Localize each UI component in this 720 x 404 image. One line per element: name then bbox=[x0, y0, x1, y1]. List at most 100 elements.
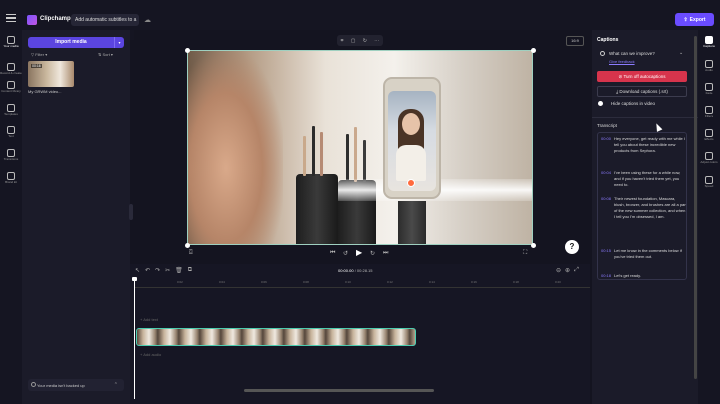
sort-button[interactable]: ⇅ Sort ▾ bbox=[98, 52, 113, 57]
more-icon[interactable]: ⋯ bbox=[374, 38, 379, 44]
captions-scrollbar[interactable] bbox=[694, 36, 697, 379]
zoom-controls: ⊖ ⊕ ⤢ bbox=[556, 267, 579, 274]
import-media-button[interactable]: Import media ▾ bbox=[28, 37, 124, 48]
resize-handle[interactable] bbox=[531, 243, 536, 248]
audio-icon bbox=[705, 60, 713, 68]
library-icon bbox=[7, 81, 15, 89]
screenshot-icon[interactable]: ⌼ bbox=[189, 250, 193, 257]
turn-off-autocaptions-button[interactable]: ⊘ Turn off autocaptions bbox=[597, 71, 687, 82]
transcript-time: 00:15 bbox=[601, 248, 612, 253]
zoom-in-icon[interactable]: ⊕ bbox=[565, 267, 570, 274]
resize-handle[interactable] bbox=[185, 243, 190, 248]
fit-timeline-icon[interactable]: ⤢ bbox=[574, 267, 579, 274]
improve-dropdown[interactable]: What can we improve? bbox=[609, 51, 655, 56]
pointer-icon[interactable]: ↖ bbox=[135, 267, 140, 274]
clipchamp-logo-icon bbox=[27, 15, 37, 25]
rail-item-your-media[interactable]: Your media bbox=[0, 36, 22, 49]
transcript-line[interactable]: 00:08 Their newest foundation, Mascara, b… bbox=[601, 196, 686, 220]
captions-icon bbox=[705, 36, 713, 44]
rewind-icon[interactable]: ↺ bbox=[343, 250, 348, 257]
cut-icon[interactable]: ✂ bbox=[165, 267, 170, 274]
forward-icon[interactable]: ↻ bbox=[370, 250, 375, 257]
collapse-panel-handle[interactable] bbox=[129, 204, 133, 220]
transcript-heading: Transcript bbox=[597, 123, 617, 128]
crop-icon[interactable]: ⌗ bbox=[341, 38, 344, 44]
aspect-ratio-button[interactable]: 16:9 bbox=[566, 36, 584, 46]
chevron-down-icon[interactable]: ▾ bbox=[114, 37, 124, 48]
ruler-tick: 0:08 bbox=[303, 280, 309, 284]
timeline-scrollbar[interactable] bbox=[244, 389, 434, 392]
backup-notice[interactable]: Your media isn't backed up ⌃ bbox=[28, 379, 124, 391]
rail-item-speed[interactable]: Speed bbox=[698, 176, 720, 189]
export-icon: ⇧ bbox=[683, 16, 688, 23]
transcript-box[interactable]: 00:00 Hey everyone, get ready with me whi… bbox=[597, 132, 687, 280]
import-media-label: Import media bbox=[55, 39, 87, 45]
timecode: 00:00.00 / 00:28.15 bbox=[338, 268, 373, 273]
add-text-track[interactable]: + Add text bbox=[140, 317, 158, 322]
download-captions-button[interactable]: ⤓ Download captions (.srt) bbox=[597, 86, 687, 97]
hide-captions-label: Hide captions in video bbox=[611, 101, 656, 106]
rail-item-text[interactable]: Text bbox=[0, 126, 22, 139]
folder-icon bbox=[7, 36, 15, 44]
transitions-icon bbox=[7, 149, 15, 157]
rail-item-captions[interactable]: Captions bbox=[698, 36, 720, 49]
add-audio-track[interactable]: + Add audio bbox=[140, 352, 161, 357]
video-preview[interactable] bbox=[187, 50, 533, 245]
fullscreen-icon[interactable]: ⛶ bbox=[523, 250, 527, 257]
copy-icon[interactable]: ⧉ bbox=[188, 267, 192, 274]
rail-item-adjust-colors[interactable]: Adjust colors bbox=[698, 152, 720, 165]
export-button[interactable]: ⇧ Export bbox=[675, 13, 714, 26]
fit-icon[interactable]: ▢ bbox=[351, 38, 356, 44]
makeup-brush bbox=[320, 132, 323, 176]
rail-label: Text bbox=[8, 134, 14, 138]
playhead[interactable] bbox=[132, 277, 137, 399]
rail-item-fade[interactable]: Fade bbox=[698, 83, 720, 96]
hide-captions-toggle[interactable] bbox=[598, 101, 603, 106]
transcript-line[interactable]: 00:04 I've been using these for a while n… bbox=[601, 170, 686, 188]
filter-button[interactable]: ▽ Filter ▾ bbox=[31, 52, 47, 57]
give-feedback-link[interactable]: Give feedback bbox=[609, 59, 635, 64]
transcript-text: Hey everyone, get ready with me while I … bbox=[614, 136, 685, 153]
rail-label: Audio bbox=[705, 68, 713, 72]
transcript-time: 00:00 bbox=[601, 136, 612, 141]
transcript-line[interactable]: 00:18 Let's get ready. bbox=[601, 273, 686, 279]
delete-icon[interactable]: 🗑 bbox=[175, 267, 183, 274]
rail-item-filters[interactable]: Filters bbox=[698, 106, 720, 119]
blurred-hand bbox=[188, 51, 283, 244]
project-title-input[interactable]: Add automatic subtitles to a bbox=[71, 14, 139, 26]
rail-label: Adjust colors bbox=[700, 160, 718, 164]
redo-icon[interactable]: ↷ bbox=[155, 267, 160, 274]
record-button-icon bbox=[407, 179, 415, 187]
zoom-out-icon[interactable]: ⊖ bbox=[556, 267, 561, 274]
chevron-down-icon[interactable]: ⌄ bbox=[679, 50, 683, 56]
ruler-tick: 0:12 bbox=[387, 280, 393, 284]
backup-text: Your media isn't backed up bbox=[37, 383, 85, 388]
left-nav-rail: Your media Record & create Content libra… bbox=[0, 30, 22, 404]
ruler-tick: 0:02 bbox=[177, 280, 183, 284]
undo-icon[interactable]: ↶ bbox=[145, 267, 150, 274]
menu-icon[interactable] bbox=[6, 14, 16, 22]
resize-handle[interactable] bbox=[185, 48, 190, 53]
rail-item-templates[interactable]: Templates bbox=[0, 104, 22, 117]
rail-item-audio[interactable]: Audio bbox=[698, 60, 720, 73]
help-button[interactable]: ? bbox=[565, 240, 579, 254]
app-name: Clipchamp bbox=[40, 16, 71, 22]
rotate-icon[interactable]: ↻ bbox=[363, 38, 367, 44]
export-label: Export bbox=[689, 16, 706, 23]
skip-forward-icon[interactable]: ⏭ bbox=[383, 250, 388, 257]
play-icon[interactable]: ▶ bbox=[356, 248, 362, 257]
download-label: Download captions (.srt) bbox=[619, 89, 668, 94]
rail-item-brand-kit[interactable]: Brand kit bbox=[0, 172, 22, 185]
adjust-colors-icon bbox=[705, 152, 713, 160]
rail-item-effects[interactable]: Effects bbox=[698, 129, 720, 142]
rail-label: Brand kit bbox=[5, 180, 17, 184]
transcript-line[interactable]: 00:15 Let me know in the comments below i… bbox=[601, 248, 686, 260]
resize-handle[interactable] bbox=[531, 48, 536, 53]
transcript-line[interactable]: 00:00 Hey everyone, get ready with me whi… bbox=[601, 136, 686, 154]
rail-item-transitions[interactable]: Transitions bbox=[0, 149, 22, 162]
timeline-ruler[interactable]: 0:02 0:04 0:06 0:08 0:10 0:12 0:14 0:16 … bbox=[135, 279, 590, 288]
rail-item-content-library[interactable]: Content library bbox=[0, 81, 22, 94]
video-clip[interactable] bbox=[136, 328, 416, 346]
skip-back-icon[interactable]: ⏮ bbox=[330, 250, 335, 257]
rail-item-record-create[interactable]: Record & create bbox=[0, 63, 22, 76]
